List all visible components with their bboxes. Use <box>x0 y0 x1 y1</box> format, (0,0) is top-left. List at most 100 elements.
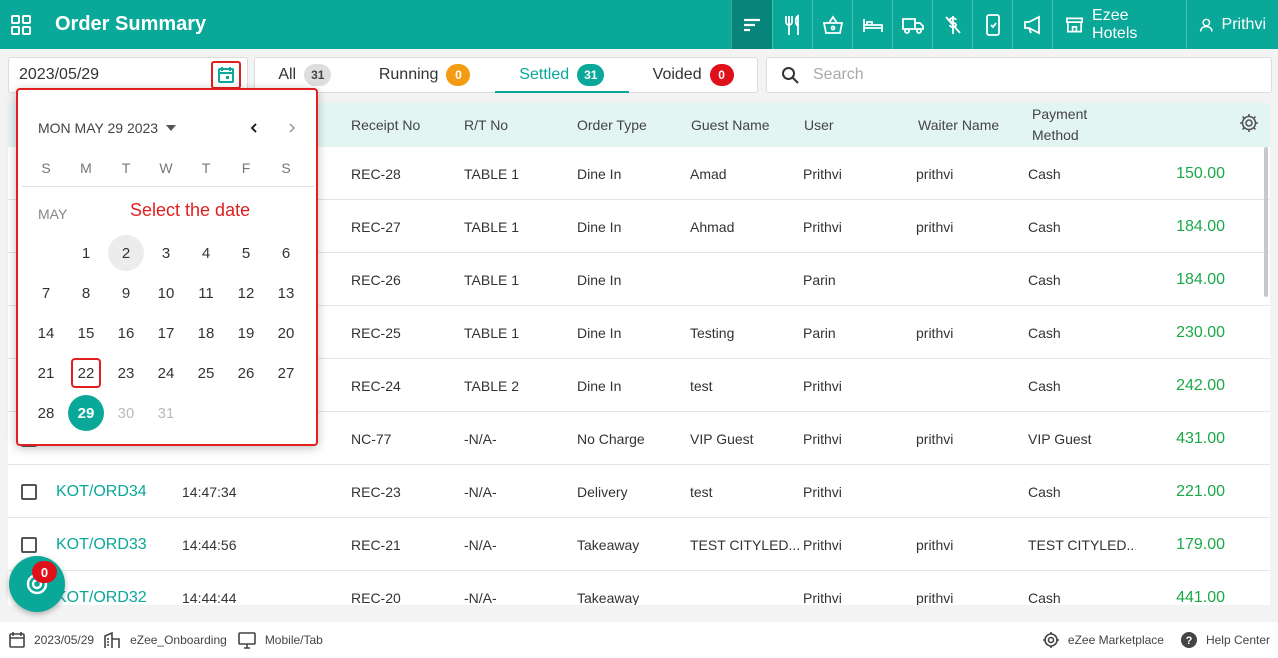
header-rt[interactable]: R/T No <box>464 103 508 147</box>
footer-date[interactable]: 2023/05/29 <box>8 631 94 649</box>
receipt-no: REC-27 <box>351 218 401 235</box>
day-cell[interactable]: 24 <box>148 355 184 391</box>
day-cell[interactable]: 8 <box>68 275 104 311</box>
day-cell[interactable]: 13 <box>268 275 304 311</box>
svg-text:?: ? <box>1186 635 1193 647</box>
day-cell[interactable]: 3 <box>148 235 184 271</box>
no-charge-icon[interactable] <box>932 0 972 49</box>
day-cell[interactable]: 15 <box>68 315 104 351</box>
bed-icon[interactable] <box>852 0 892 49</box>
day-cell[interactable]: 29 <box>68 395 104 431</box>
order-link[interactable]: KOT/ORD32 <box>56 571 181 606</box>
weekday-label: T <box>121 160 131 176</box>
amount: 230.00 <box>1176 323 1225 341</box>
user-icon <box>1199 18 1213 32</box>
day-cell[interactable]: 19 <box>228 315 264 351</box>
day-cell[interactable]: 2 <box>108 235 144 271</box>
truck-icon[interactable] <box>892 0 932 49</box>
tab-label: Voided <box>652 66 702 83</box>
day-cell[interactable]: 27 <box>268 355 304 391</box>
user-name: Prithvi <box>803 483 842 500</box>
tab-settled[interactable]: Settled 31 <box>494 58 630 93</box>
day-cell[interactable]: 18 <box>188 315 224 351</box>
day-cell[interactable]: 22 <box>71 358 101 388</box>
user-name: Parin <box>803 271 836 288</box>
hotel-selector[interactable]: Ezee Hotels <box>1052 0 1186 49</box>
table-row[interactable]: KOT/ORD34 14:47:34 REC-23 -N/A- Delivery test… <box>8 465 1270 518</box>
row-checkbox[interactable] <box>21 537 37 553</box>
guest-name: test <box>690 483 713 500</box>
day-cell[interactable]: 17 <box>148 315 184 351</box>
order-link[interactable]: KOT/ORD33 <box>56 518 181 571</box>
day-cell[interactable]: 5 <box>228 235 264 271</box>
column-settings-gear-icon[interactable] <box>1238 112 1260 137</box>
user-name: Prithvi <box>803 218 842 235</box>
waiter-name <box>916 359 1022 412</box>
calendar-button[interactable] <box>211 61 241 89</box>
header-order-type[interactable]: Order Type <box>577 103 647 147</box>
apps-grid-icon[interactable] <box>0 0 42 49</box>
waiter-name: prithvi <box>916 165 954 182</box>
mobile-icon[interactable] <box>972 0 1012 49</box>
day-cell[interactable]: 4 <box>188 235 224 271</box>
table-scrollbar[interactable] <box>1264 147 1268 297</box>
footer-marketplace[interactable]: eZee Marketplace <box>1042 631 1164 649</box>
megaphone-icon[interactable] <box>1012 0 1052 49</box>
day-cell[interactable]: 20 <box>268 315 304 351</box>
tab-all[interactable]: All 31 <box>255 58 355 92</box>
header-waiter[interactable]: Waiter Name <box>918 103 999 147</box>
day-cell[interactable]: 21 <box>28 355 64 391</box>
guest-name: Ahmad <box>690 218 735 235</box>
tab-voided[interactable]: Voided 0 <box>629 58 757 92</box>
tab-running[interactable]: Running 0 <box>355 58 495 92</box>
user-name: Prithvi <box>803 165 842 182</box>
monitor-icon <box>238 632 256 649</box>
basket-icon[interactable] <box>812 0 852 49</box>
day-cell[interactable]: 26 <box>228 355 264 391</box>
day-cell[interactable]: 14 <box>28 315 64 351</box>
calendar-icon <box>9 632 25 648</box>
footer-property[interactable]: eZee_Onboarding <box>102 631 227 649</box>
table-row[interactable]: KOT/ORD32 14:44:44 REC-20 -N/A- Takeaway Prit… <box>8 571 1270 605</box>
header-user[interactable]: User <box>804 103 834 147</box>
receipt-no: REC-25 <box>351 324 401 341</box>
footer-help[interactable]: ? Help Center <box>1180 631 1270 649</box>
order-time: 14:44:44 <box>182 589 237 606</box>
day-cell[interactable]: 25 <box>188 355 224 391</box>
user-name: Prithvi <box>803 589 842 606</box>
sort-icon[interactable] <box>731 0 772 49</box>
header-payment[interactable]: Payment Method <box>1032 103 1087 147</box>
day-cell[interactable]: 12 <box>228 275 264 311</box>
prev-month-icon[interactable] <box>246 119 262 137</box>
day-cell[interactable]: 7 <box>28 275 64 311</box>
utensils-icon[interactable] <box>772 0 812 49</box>
day-cell[interactable]: 16 <box>108 315 144 351</box>
day-cell[interactable]: 1 <box>68 235 104 271</box>
property-icon <box>104 631 120 648</box>
header-guest[interactable]: Guest Name <box>691 103 770 147</box>
user-menu[interactable]: Prithvi <box>1186 0 1278 49</box>
order-time: 14:47:34 <box>182 483 237 500</box>
user-name: Prithvi <box>803 377 842 394</box>
day-cell[interactable]: 11 <box>188 275 224 311</box>
day-cell[interactable]: 9 <box>108 275 144 311</box>
day-cell[interactable]: 10 <box>148 275 184 311</box>
receipt-no: REC-24 <box>351 377 401 394</box>
day-cell[interactable]: 6 <box>268 235 304 271</box>
table-row[interactable]: KOT/ORD33 14:44:56 REC-21 -N/A- Takeaway TEST… <box>8 518 1270 571</box>
next-month-icon[interactable] <box>284 119 300 137</box>
guest-name <box>690 571 800 605</box>
receipt-no: REC-20 <box>351 589 401 606</box>
amount: 441.00 <box>1176 588 1225 606</box>
row-checkbox[interactable] <box>21 484 37 500</box>
day-cell[interactable]: 23 <box>108 355 144 391</box>
day-cell[interactable]: 28 <box>28 395 64 431</box>
search-input[interactable] <box>813 66 1253 84</box>
order-link[interactable]: KOT/ORD34 <box>56 465 181 518</box>
guest-name <box>690 253 800 306</box>
header-receipt[interactable]: Receipt No <box>351 103 420 147</box>
receipt-no: REC-26 <box>351 271 401 288</box>
datepicker-header[interactable]: MON MAY 29 2023 <box>38 120 177 136</box>
receipt-no: REC-28 <box>351 165 401 182</box>
footer-device[interactable]: Mobile/Tab <box>237 631 323 649</box>
